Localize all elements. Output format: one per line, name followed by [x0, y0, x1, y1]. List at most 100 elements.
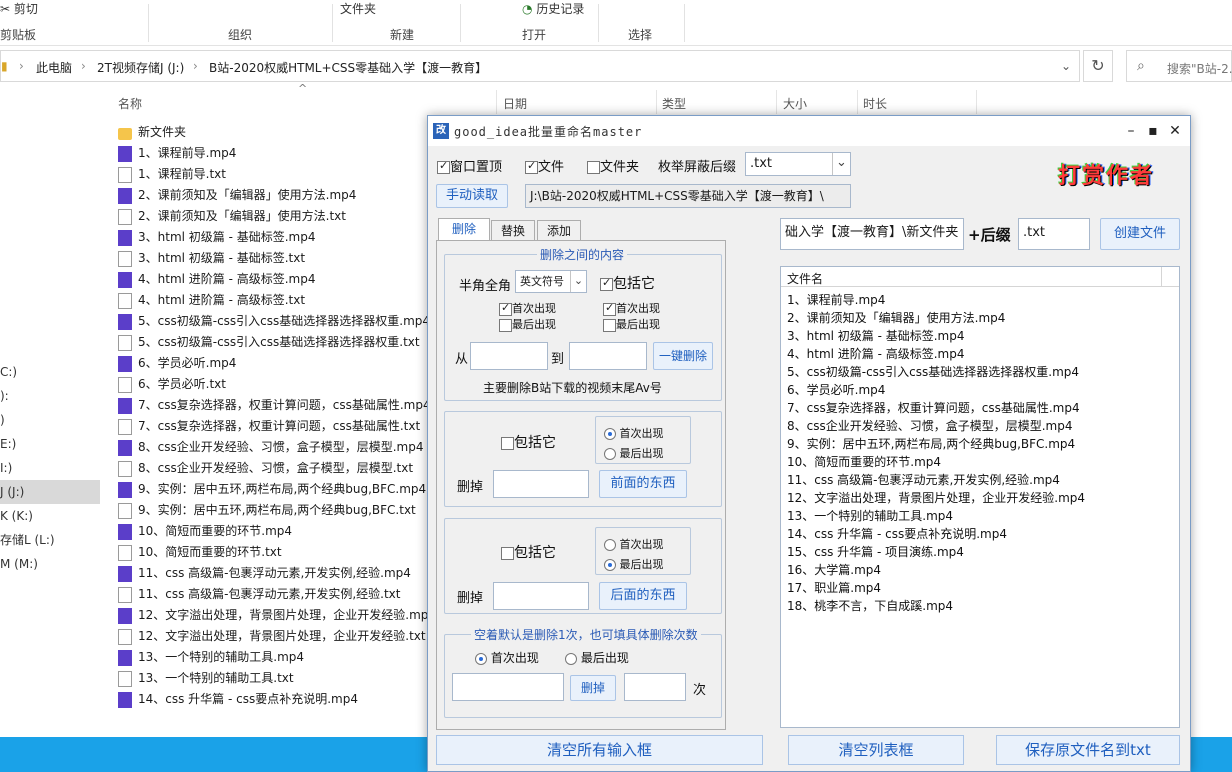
list-item[interactable]: 5、css初级篇-css引入css基础选择器选择器权重.mp4 — [787, 363, 1085, 381]
list-item[interactable]: 9、实例：居中五环,两栏布局,两个经典bug,BFC.mp4 — [787, 435, 1085, 453]
nav-drive-item[interactable]: E:) — [0, 432, 100, 456]
file-row[interactable]: 8、css企业开发经验、习惯，盒子模型，层模型.txt — [118, 458, 438, 479]
include-checkbox[interactable]: 包括它 — [501, 542, 556, 562]
breadcrumb-drive[interactable]: 2T视频存储J (J:) — [97, 59, 184, 76]
file-row[interactable]: 9、实例：居中五环,两栏布局,两个经典bug,BFC.mp4 — [118, 479, 438, 500]
file-row[interactable]: 1、课程前导.mp4 — [118, 143, 438, 164]
list-item[interactable]: 11、css 高级篇-包裹浮动元素,开发实例,经验.mp4 — [787, 471, 1085, 489]
history-button[interactable]: ◔ 历史记录 — [522, 0, 584, 17]
first-radio[interactable]: 首次出现 — [604, 536, 664, 552]
file-row[interactable]: 12、文字溢出处理，背景图片处理，企业开发经验.txt — [118, 626, 438, 647]
refresh-button[interactable]: ↻ — [1083, 50, 1113, 82]
nav-drive-item[interactable]: C:) — [0, 360, 100, 384]
path-field[interactable]: J:\B站-2020权威HTML+CSS零基础入学【渡一教育】\ — [525, 184, 851, 208]
save-names-button[interactable]: 保存原文件名到txt — [996, 735, 1180, 765]
file-row[interactable]: 3、html 初级篇 - 基础标签.txt — [118, 248, 438, 269]
new-folder-button[interactable]: 文件夹 — [340, 0, 376, 17]
nav-drive-item[interactable]: K (K:) — [0, 504, 100, 528]
last-radio[interactable]: 最后出现 — [604, 556, 664, 572]
list-item[interactable]: 3、html 初级篇 - 基础标签.mp4 — [787, 327, 1085, 345]
delete-after-button[interactable]: 后面的东西 — [599, 582, 687, 610]
file-row[interactable]: 6、学员必听.mp4 — [118, 353, 438, 374]
list-item[interactable]: 2、课前须知及「编辑器」使用方法.mp4 — [787, 309, 1085, 327]
nav-drive-item[interactable]: J (J:) — [0, 480, 100, 504]
tab-replace[interactable]: 替换 — [491, 220, 535, 242]
file-row[interactable]: 8、css企业开发经验、习惯，盒子模型，层模型.mp4 — [118, 437, 438, 458]
window-top-checkbox[interactable]: 窗口置顶 — [437, 156, 502, 175]
count-text-input[interactable] — [452, 673, 564, 701]
list-item[interactable]: 4、html 进阶篇 - 高级标签.mp4 — [787, 345, 1085, 363]
left-last-checkbox[interactable]: 最后出现 — [499, 316, 556, 332]
delete-before-button[interactable]: 前面的东西 — [599, 470, 687, 498]
file-row[interactable]: 14、css 升华篇 - css要点补充说明.mp4 — [118, 689, 438, 710]
last-radio[interactable]: 最后出现 — [604, 445, 664, 461]
list-item[interactable]: 14、css 升华篇 - css要点补充说明.mp4 — [787, 525, 1085, 543]
suffix-select[interactable]: .txt ⌄ — [745, 152, 851, 176]
nav-drive-item[interactable]: M (M:) — [0, 552, 100, 576]
file-row[interactable]: 12、文字溢出处理，背景图片处理，企业开发经验.mp4 — [118, 605, 438, 626]
close-button[interactable]: ✕ — [1164, 120, 1186, 142]
include-checkbox[interactable]: 包括它 — [501, 432, 556, 452]
file-row[interactable]: 10、简短而重要的环节.txt — [118, 542, 438, 563]
column-name[interactable]: 名称 — [118, 95, 142, 112]
column-type[interactable]: 类型 — [662, 95, 686, 112]
file-row[interactable]: 新文件夹 — [118, 122, 438, 143]
count-input[interactable] — [624, 673, 686, 701]
column-duration[interactable]: 时长 — [863, 95, 887, 112]
reward-author-logo[interactable]: 打赏作者 — [1058, 158, 1168, 194]
list-item[interactable]: 16、大学篇.mp4 — [787, 561, 1085, 579]
file-row[interactable]: 1、课程前导.txt — [118, 164, 438, 185]
nav-drive-item[interactable]: 存储L (L:) — [0, 528, 100, 552]
from-input[interactable] — [470, 342, 548, 370]
clear-list-button[interactable]: 清空列表框 — [788, 735, 964, 765]
file-row[interactable]: 11、css 高级篇-包裹浮动元素,开发实例,经验.mp4 — [118, 563, 438, 584]
before-input[interactable] — [493, 470, 589, 498]
first-radio[interactable]: 首次出现 — [475, 649, 539, 666]
right-last-checkbox[interactable]: 最后出现 — [603, 316, 660, 332]
file-row[interactable]: 13、一个特别的辅助工具.mp4 — [118, 647, 438, 668]
symbol-select[interactable]: 英文符号 ⌄ — [515, 270, 587, 293]
folder-checkbox[interactable]: 文件夹 — [587, 156, 639, 175]
file-row[interactable]: 4、html 进阶篇 - 高级标签.txt — [118, 290, 438, 311]
file-row[interactable]: 9、实例：居中五环,两栏布局,两个经典bug,BFC.txt — [118, 500, 438, 521]
search-input[interactable]: 搜索"B站-2... — [1167, 60, 1232, 77]
list-item[interactable]: 13、一个特别的辅助工具.mp4 — [787, 507, 1085, 525]
file-row[interactable]: 7、css复杂选择器，权重计算问题，css基础属性.txt — [118, 416, 438, 437]
file-row[interactable]: 13、一个特别的辅助工具.txt — [118, 668, 438, 689]
file-row[interactable]: 10、简短而重要的环节.mp4 — [118, 521, 438, 542]
list-item[interactable]: 10、简短而重要的环节.mp4 — [787, 453, 1085, 471]
delete-count-button[interactable]: 删掉 — [570, 675, 616, 701]
title-bar[interactable]: 改 good_idea批量重命名master – ▪ ✕ — [428, 116, 1190, 146]
column-date[interactable]: 日期 — [503, 95, 527, 112]
list-item[interactable]: 6、学员必听.mp4 — [787, 381, 1085, 399]
after-input[interactable] — [493, 582, 589, 610]
file-row[interactable]: 6、学员必听.txt — [118, 374, 438, 395]
file-row[interactable]: 5、css初级篇-css引入css基础选择器选择器权重.txt — [118, 332, 438, 353]
file-row[interactable]: 7、css复杂选择器，权重计算问题，css基础属性.mp4 — [118, 395, 438, 416]
nav-drive-item[interactable]: ): — [0, 384, 100, 408]
clear-inputs-button[interactable]: 清空所有输入框 — [436, 735, 763, 765]
chevron-down-icon[interactable]: ⌄ — [1061, 59, 1071, 73]
breadcrumb-this-pc[interactable]: 此电脑 — [36, 59, 72, 76]
file-row[interactable]: 2、课前须知及「编辑器」使用方法.mp4 — [118, 185, 438, 206]
file-row[interactable]: 11、css 高级篇-包裹浮动元素,开发实例,经验.txt — [118, 584, 438, 605]
list-item[interactable]: 15、css 升华篇 - 项目演练.mp4 — [787, 543, 1085, 561]
list-item[interactable]: 18、桃李不言，下自成蹊.mp4 — [787, 597, 1085, 615]
file-checkbox[interactable]: 文件 — [525, 156, 564, 175]
create-file-button[interactable]: 创建文件 — [1100, 218, 1180, 250]
manual-read-button[interactable]: 手动读取 — [436, 184, 508, 208]
breadcrumb-folder[interactable]: B站-2020权威HTML+CSS零基础入学【渡一教育】 — [209, 59, 487, 76]
right-first-checkbox[interactable]: 首次出现 — [603, 300, 660, 316]
nav-drive-item[interactable]: ) — [0, 408, 100, 432]
first-radio[interactable]: 首次出现 — [604, 425, 664, 441]
address-bar[interactable]: ▮ › 此电脑 › 2T视频存储J (J:) › B站-2020权威HTML+C… — [0, 50, 1080, 82]
file-name-list[interactable]: 文件名 1、课程前导.mp4 2、课前须知及「编辑器」使用方法.mp4 3、html… — [780, 266, 1180, 728]
cut-button[interactable]: ✂ 剪切 — [0, 0, 38, 17]
list-item[interactable]: 12、文字溢出处理，背景图片处理，企业开发经验.mp4 — [787, 489, 1085, 507]
file-row[interactable]: 5、css初级篇-css引入css基础选择器选择器权重.mp4 — [118, 311, 438, 332]
file-row[interactable]: 4、html 进阶篇 - 高级标签.mp4 — [118, 269, 438, 290]
column-size[interactable]: 大小 — [783, 95, 807, 112]
search-box[interactable]: ⌕ 搜索"B站-2... — [1126, 50, 1232, 82]
list-item[interactable]: 17、职业篇.mp4 — [787, 579, 1085, 597]
last-radio[interactable]: 最后出现 — [565, 649, 629, 666]
